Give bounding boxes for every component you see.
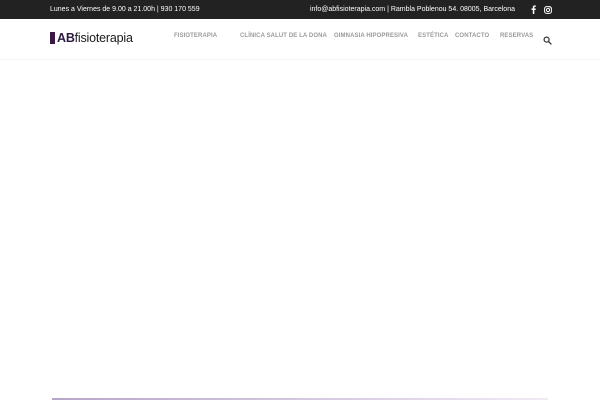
site-header: ABfisioterapia FISIOTERAPIA CLÍNICA SALU… (0, 19, 600, 59)
main-content-area (0, 60, 600, 390)
nav-item-gimnasia-hipopresiva[interactable]: GIMNASIA HIPOPRESIVA (334, 33, 408, 39)
nav-item-estetica[interactable]: ESTÉTICA (418, 33, 448, 39)
logo-text: ABfisioterapia (57, 31, 133, 45)
logo-mark (50, 32, 55, 44)
top-bar: Lunes a Viernes de 9.00 a 21.00h | 930 1… (0, 0, 600, 19)
nav-item-clinica-salut-de-la-dona[interactable]: CLÍNICA SALUT DE LA DONA (240, 33, 327, 39)
nav-item-contacto[interactable]: CONTACTO (455, 33, 489, 39)
nav-item-fisioterapia[interactable]: FISIOTERAPIA (174, 33, 217, 39)
search-icon[interactable] (543, 32, 552, 45)
opening-hours-text: Lunes a Viernes de 9.00 a 21.00h | 930 1… (50, 6, 200, 13)
instagram-icon[interactable] (543, 4, 553, 15)
nav-item-reservas[interactable]: RESERVAS (500, 33, 533, 39)
facebook-icon[interactable] (528, 4, 538, 15)
contact-info-text[interactable]: info@abfisioterapia.com | Rambla Pobleno… (310, 6, 515, 13)
site-logo[interactable]: ABfisioterapia (50, 31, 133, 45)
